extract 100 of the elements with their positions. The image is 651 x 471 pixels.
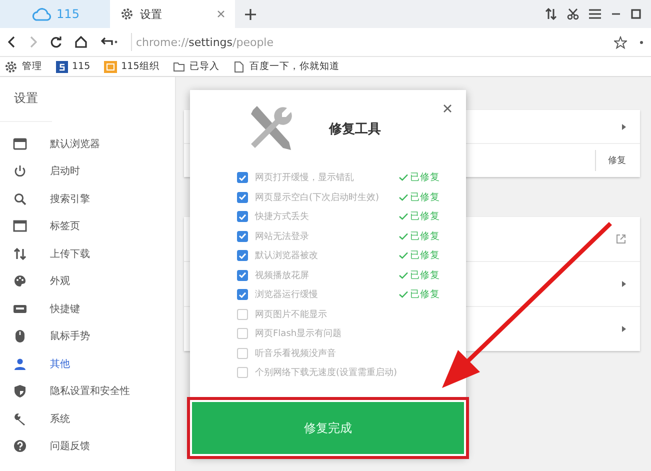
sidebar-item[interactable]: 隐私设置和安全性 (0, 378, 175, 405)
chevron-right-icon[interactable] (622, 124, 626, 130)
checkbox[interactable] (237, 172, 248, 184)
repair-item-label: 浏览器运行缓慢 (255, 288, 319, 302)
sidebar-item[interactable]: 系统 (0, 405, 175, 432)
repair-item-label: 个别网络下载无速度(设置需重启动) (255, 366, 398, 380)
chevron-right-icon[interactable] (622, 326, 626, 332)
dialog-title: 修复工具 (329, 121, 381, 138)
checkbox[interactable] (237, 192, 248, 203)
checkbox[interactable] (237, 250, 248, 262)
s-logo-icon (56, 60, 68, 72)
repair-item-label: 听音乐看视频没声音 (255, 348, 337, 360)
browser-window-icon (13, 136, 27, 151)
check-icon (399, 252, 408, 260)
check-icon (239, 214, 246, 220)
up-down-arrows-icon (13, 246, 27, 261)
check-icon (399, 291, 408, 298)
check-icon (239, 174, 246, 181)
check-icon (239, 272, 246, 278)
shield-icon (13, 384, 27, 398)
repair-button[interactable]: 修复 (595, 150, 626, 171)
home-icon[interactable] (75, 36, 87, 48)
check-icon (399, 232, 408, 240)
power-icon (13, 164, 27, 178)
gear-icon (120, 7, 134, 21)
maximize-icon[interactable] (631, 9, 641, 19)
person-icon (13, 356, 27, 371)
sidebar-title: 设置 (0, 77, 52, 122)
checkbox[interactable] (237, 230, 248, 242)
scissors-icon[interactable] (567, 8, 579, 20)
bookmark-link[interactable]: 已导入 (173, 60, 220, 73)
check-icon (239, 292, 246, 298)
page-icon (233, 60, 246, 72)
external-link-icon[interactable] (616, 234, 626, 244)
bookmark-link[interactable]: 115组织 (104, 60, 160, 73)
palette-icon (13, 274, 27, 288)
repair-status: 已修复 (410, 210, 440, 224)
bookmark-link[interactable]: 115 (56, 60, 90, 72)
checkbox[interactable] (237, 270, 248, 281)
new-tab-icon[interactable] (245, 8, 256, 20)
sidebar-item[interactable]: 问题反馈 (0, 432, 175, 460)
close-tab-icon[interactable] (217, 10, 225, 18)
repair-item-label: 网页打开缓慢，显示错乱 (255, 172, 355, 184)
sidebar-item[interactable]: 上传下载 (0, 240, 175, 268)
help-icon (13, 439, 27, 454)
sidebar-item[interactable]: 默认浏览器 (0, 130, 175, 158)
back-icon[interactable] (8, 36, 16, 48)
repair-item-label: 快捷方式丢失 (255, 210, 310, 224)
search-icon (13, 192, 27, 206)
repair-status: 已修复 (410, 268, 440, 282)
sidebar-item[interactable]: 鼠标手势 (0, 322, 175, 350)
sidebar-item[interactable]: 标签页 (0, 212, 175, 240)
checkbox[interactable] (237, 367, 248, 378)
undo-icon[interactable] (100, 36, 118, 48)
check-icon (399, 213, 408, 220)
browser-tab[interactable]: 设置 (110, 0, 235, 28)
folder-icon (173, 60, 186, 72)
repair-status: 已修复 (410, 249, 440, 262)
check-icon (239, 194, 246, 200)
repair-status: 已修复 (410, 288, 440, 302)
repair-item-label: 视频播放花屏 (255, 270, 310, 282)
repair-item-label: 默认浏览器被改 (255, 250, 319, 262)
sidebar-item[interactable]: 快捷键 (0, 295, 175, 322)
checkbox[interactable] (237, 328, 248, 340)
check-icon (399, 194, 408, 201)
sidebar-item[interactable]: 启动时 (0, 158, 175, 185)
check-icon (399, 272, 408, 279)
url-field[interactable]: chrome://settings/people (131, 33, 601, 51)
mouse-icon (13, 329, 27, 344)
up-down-arrows-icon[interactable] (545, 8, 557, 20)
checkbox[interactable] (237, 289, 248, 300)
repair-item-label: 网页图片不能显示 (255, 308, 328, 321)
star-icon[interactable] (614, 36, 627, 48)
menu-icon[interactable] (589, 9, 601, 19)
sidebar-item[interactable]: 其他 (0, 350, 175, 378)
check-icon (399, 174, 408, 182)
cloud-icon (30, 6, 51, 22)
chevron-right-icon[interactable] (622, 281, 626, 287)
check-icon (239, 233, 246, 240)
dropdown-dot-icon[interactable] (640, 40, 643, 44)
bookmark-link[interactable]: 百度一下，你就知道 (233, 60, 340, 73)
sidebar-item[interactable]: 外观 (0, 268, 175, 295)
checkbox[interactable] (237, 308, 248, 320)
reload-icon[interactable] (50, 36, 62, 48)
checkbox[interactable] (237, 348, 248, 359)
wrench-icon (13, 412, 27, 426)
repair-item-label: 网站无法登录 (255, 230, 310, 243)
org-icon (104, 60, 118, 72)
bookmark-link[interactable]: 管理 (4, 60, 42, 74)
repair-status: 已修复 (410, 230, 440, 243)
repair-status: 已修复 (410, 171, 440, 184)
repair-item-label: 网页Flash显示有问题 (255, 328, 343, 340)
checkbox[interactable] (237, 211, 248, 222)
repair-status: 已修复 (410, 190, 440, 204)
tab-page-icon (13, 219, 27, 234)
repair-item-label: 网页显示空白(下次启动时生效) (255, 192, 380, 204)
sidebar-item[interactable]: 搜索引擎 (0, 185, 175, 212)
gear-icon (4, 60, 18, 74)
check-icon (239, 252, 246, 259)
close-icon[interactable] (443, 104, 452, 113)
